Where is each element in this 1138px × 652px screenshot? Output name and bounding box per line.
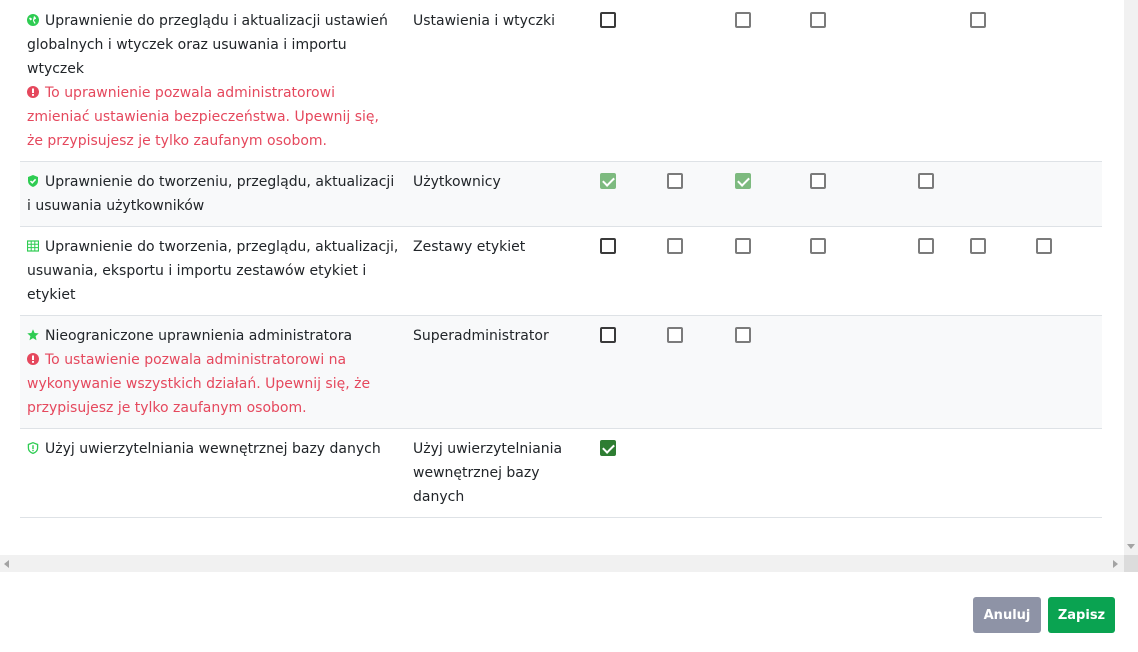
warning-text: To uprawnienie pozwala administratorowi … [27,85,379,149]
permission-warning: To uprawnienie pozwala administratorowi … [27,85,379,149]
scrollbar-corner [1124,555,1138,572]
permission-checkbox[interactable] [667,238,683,254]
permission-checkbox[interactable] [735,327,751,343]
permission-description: Nieograniczone uprawnienia administrator… [20,315,406,429]
permission-checkbox[interactable] [600,173,616,189]
permission-checkbox[interactable] [735,173,751,189]
permission-checkbox[interactable] [810,173,826,189]
exclamation-circle-icon [27,353,39,365]
permission-checkbox[interactable] [667,327,683,343]
permission-checkbox[interactable] [600,440,616,456]
cancel-button[interactable]: Anuluj [973,597,1041,633]
permission-label: Nieograniczone uprawnienia administrator… [45,328,353,344]
grid-icon [27,240,39,252]
permission-checkbox[interactable] [735,238,751,254]
permission-category: Ustawienia i wtyczki [406,0,593,162]
permission-checkbox[interactable] [600,327,616,343]
permission-checkbox[interactable] [810,238,826,254]
permission-label: Uprawnienie do przeglądu i aktualizacji … [27,13,388,77]
permission-checkbox[interactable] [667,173,683,189]
permission-description: Uprawnienie do tworzenia, przeglądu, akt… [20,226,406,316]
permissions-scroll-area[interactable]: Uprawnienie do przeglądu i aktualizacji … [0,0,1124,555]
permission-checkbox[interactable] [918,238,934,254]
permission-row-label-sets: Uprawnienie do tworzenia, przeglądu, akt… [20,226,1102,316]
permission-label: Użyj uwierzytelniania wewnętrznej bazy d… [45,441,381,457]
vertical-scrollbar[interactable] [1124,0,1138,555]
permission-category: Użytkownicy [406,161,593,227]
permission-row-superadmin: Nieograniczone uprawnienia administrator… [20,315,1102,429]
permission-checkbox[interactable] [970,12,986,28]
permission-description: Użyj uwierzytelniania wewnętrznej bazy d… [20,428,406,518]
star-icon [27,329,39,341]
permission-category: Zestawy etykiet [406,226,593,316]
permission-description: Uprawnienie do tworzeniu, przeglądu, akt… [20,161,406,227]
permission-checkbox[interactable] [600,238,616,254]
scroll-right-arrow-icon[interactable] [1113,560,1118,568]
scroll-left-arrow-icon[interactable] [4,560,9,568]
permission-row-users: Uprawnienie do tworzeniu, przeglądu, akt… [20,161,1102,227]
permission-checkbox[interactable] [918,173,934,189]
permission-row-internal-db-auth: Użyj uwierzytelniania wewnętrznej bazy d… [20,428,1102,518]
shield-exclamation-icon [27,442,39,454]
permission-description: Uprawnienie do przeglądu i aktualizacji … [20,0,406,162]
permission-checkbox[interactable] [970,238,986,254]
permission-checkbox[interactable] [810,12,826,28]
permission-checkbox[interactable] [600,12,616,28]
permission-checkbox[interactable] [735,12,751,28]
permission-category: Superadministrator [406,315,593,429]
permission-checkbox[interactable] [1036,238,1052,254]
permission-row-settings: Uprawnienie do przeglądu i aktualizacji … [20,0,1102,162]
scroll-down-arrow-icon[interactable] [1127,544,1135,549]
warning-text: To ustawienie pozwala administratorowi n… [27,352,371,416]
permission-category: Użyj uwierzytelniania wewnętrznej bazy d… [406,428,593,518]
save-button[interactable]: Zapisz [1048,597,1115,633]
horizontal-scrollbar[interactable] [0,555,1124,572]
permissions-table: Uprawnienie do przeglądu i aktualizacji … [20,0,1102,518]
permission-warning: To ustawienie pozwala administratorowi n… [27,352,370,416]
globe-icon [27,14,39,26]
exclamation-circle-icon [27,86,39,98]
permission-label: Uprawnienie do tworzenia, przeglądu, akt… [27,239,399,303]
shield-check-icon [28,175,38,187]
permission-label: Uprawnienie do tworzeniu, przeglądu, akt… [27,174,395,214]
